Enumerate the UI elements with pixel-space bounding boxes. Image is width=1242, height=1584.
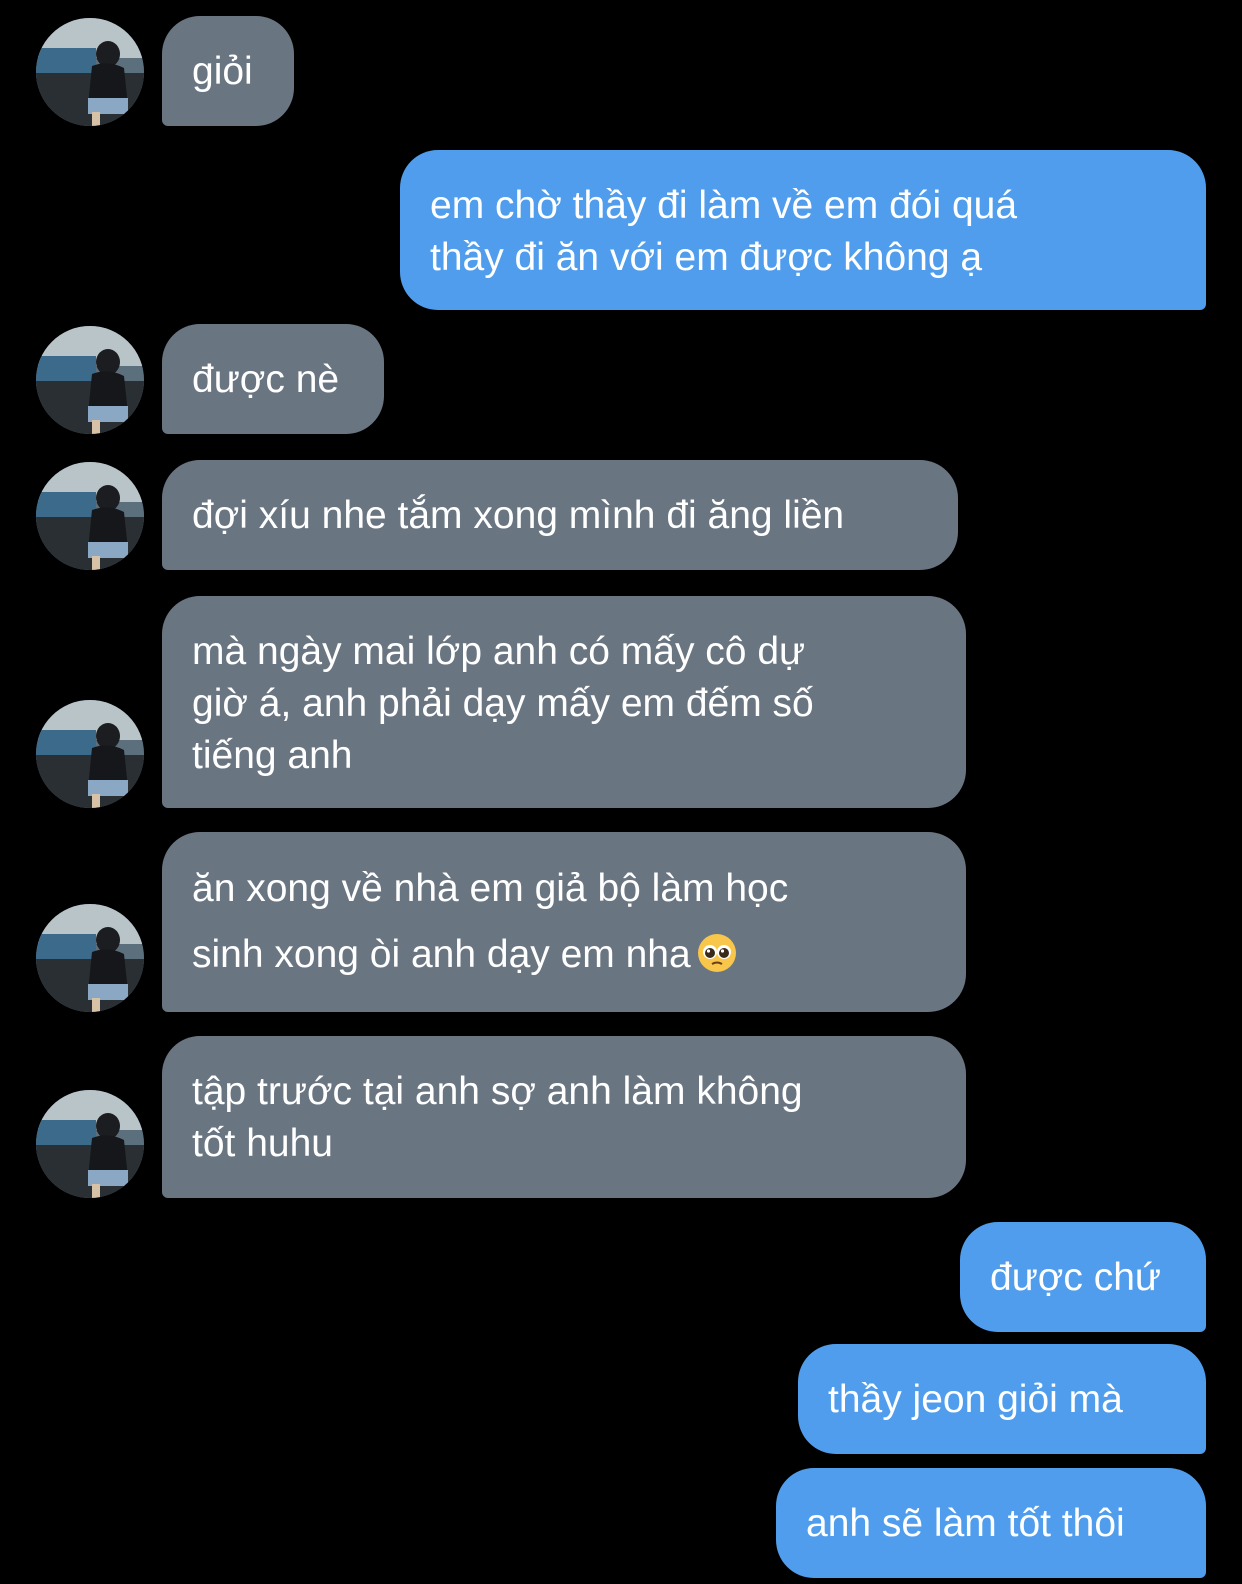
incoming-message[interactable]: ăn xong về nhà em giả bộ làm học sinh xo… (162, 832, 966, 1012)
avatar-photo (36, 326, 144, 434)
incoming-message[interactable]: được nè (162, 324, 384, 434)
contact-avatar[interactable] (36, 904, 144, 1012)
outgoing-message[interactable]: em chờ thầy đi làm về em đói quá thầy đi… (400, 150, 1206, 310)
incoming-message[interactable]: mà ngày mai lớp anh có mấy cô dự giờ á, … (162, 596, 966, 808)
incoming-message[interactable]: tập trước tại anh sợ anh làm không tốt h… (162, 1036, 966, 1198)
contact-avatar[interactable] (36, 326, 144, 434)
contact-avatar[interactable] (36, 462, 144, 570)
incoming-message[interactable]: đợi xíu nhe tắm xong mình đi ăng liền (162, 460, 958, 570)
incoming-message[interactable]: giỏi (162, 16, 294, 126)
outgoing-message[interactable]: thầy jeon giỏi mà (798, 1344, 1206, 1454)
avatar-photo (36, 904, 144, 1012)
outgoing-message[interactable]: được chứ (960, 1222, 1206, 1332)
avatar-photo (36, 1090, 144, 1198)
avatar-photo (36, 18, 144, 126)
contact-avatar[interactable] (36, 700, 144, 808)
pleading-face-emoji-icon (697, 933, 737, 973)
contact-avatar[interactable] (36, 1090, 144, 1198)
contact-avatar[interactable] (36, 18, 144, 126)
avatar-photo (36, 700, 144, 808)
outgoing-message[interactable]: anh sẽ làm tốt thôi (776, 1468, 1206, 1578)
avatar-photo (36, 462, 144, 570)
